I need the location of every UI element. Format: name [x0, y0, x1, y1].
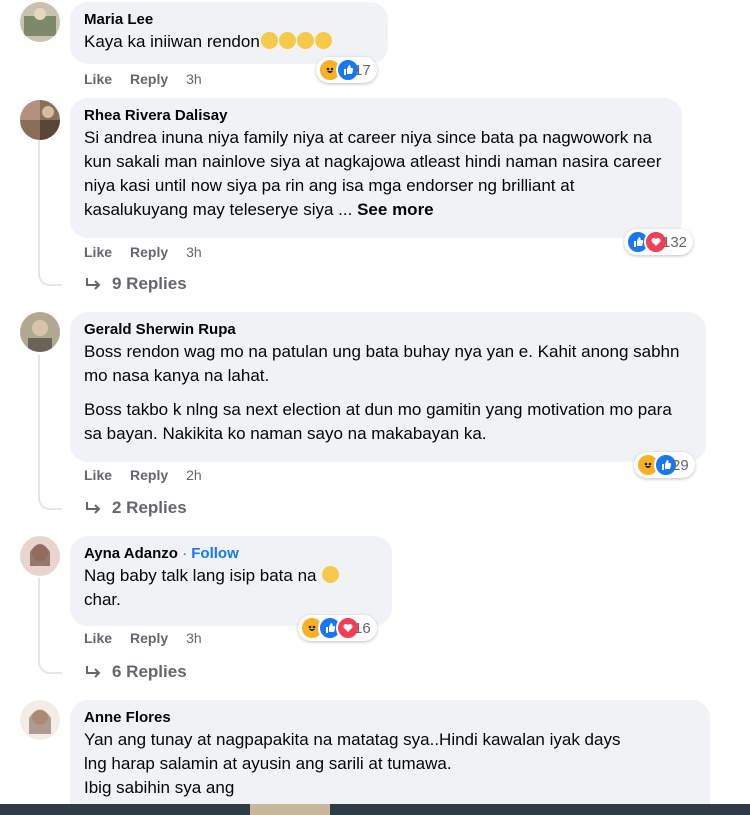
- thread-line: [38, 136, 40, 276]
- emoji-icon: [314, 32, 332, 49]
- reply-button[interactable]: Reply: [130, 630, 168, 646]
- reaction-summary[interactable]: 17: [316, 57, 377, 83]
- comment-author[interactable]: Ayna Adanzo: [84, 545, 178, 562]
- taskbar: [0, 804, 750, 815]
- comment-paragraph: Boss takbo k nlng sa next election at du…: [84, 400, 672, 443]
- reaction-count: 132: [662, 233, 688, 251]
- reply-button[interactable]: Reply: [130, 71, 168, 87]
- comment-author[interactable]: Gerald Sherwin Rupa: [84, 320, 694, 340]
- comment-paragraph: Boss rendon wag mo na patulan ung bata b…: [84, 342, 680, 385]
- avatar[interactable]: [20, 700, 60, 740]
- reply-button[interactable]: Reply: [130, 467, 168, 483]
- reaction-summary[interactable]: 16: [298, 615, 377, 641]
- comment-text-line: Yan ang tunay at nagpapakita na matatag …: [84, 730, 621, 749]
- avatar-image: [20, 700, 60, 740]
- comment-bubble: Anne Flores Yan ang tunay at nagpapakita…: [70, 700, 710, 815]
- reply-button[interactable]: Reply: [130, 244, 168, 260]
- like-button[interactable]: Like: [84, 71, 112, 87]
- reaction-summary[interactable]: 29: [634, 452, 695, 478]
- comment-text: Yan ang tunay at nagpapakita na matatag …: [84, 728, 698, 800]
- follow-button[interactable]: Follow: [191, 545, 239, 562]
- timestamp[interactable]: 3h: [186, 71, 202, 87]
- avatar-image: [20, 100, 60, 140]
- avatar-image: [20, 2, 60, 42]
- emoji-icon: [260, 32, 278, 49]
- emoji-icon: [296, 32, 314, 49]
- comment-bubble: Maria Lee Kaya ka iniiwan rendon: [70, 2, 388, 64]
- comment-text: Nag baby talk lang isip bata na char.: [84, 564, 380, 612]
- comment-bubble: Gerald Sherwin Rupa Boss rendon wag mo n…: [70, 312, 706, 462]
- comment-author[interactable]: Rhea Rivera Dalisay: [84, 106, 670, 126]
- comment-text-line: Nag baby talk lang isip bata na: [84, 566, 317, 585]
- thread-curve: [38, 270, 62, 286]
- reply-arrow-icon: [86, 502, 101, 514]
- comment-actions: Like Reply 3h: [84, 71, 220, 87]
- avatar-image: [20, 312, 60, 352]
- comment-actions: Like Reply 3h: [84, 630, 220, 646]
- comment-actions: Like Reply 2h: [84, 467, 220, 483]
- like-button[interactable]: Like: [84, 467, 112, 483]
- emoji-icon: [278, 32, 296, 49]
- avatar-image: [20, 536, 60, 576]
- see-more-link[interactable]: See more: [357, 200, 434, 219]
- timestamp[interactable]: 3h: [186, 244, 202, 260]
- taskbar-accent: [250, 804, 330, 815]
- comment-text: Boss rendon wag mo na patulan ung bata b…: [84, 340, 694, 446]
- reaction-count: 29: [672, 456, 689, 474]
- comment-text: Kaya ka iniiwan rendon: [84, 30, 376, 54]
- comment-text-line: Ibig sabihin sya ang: [84, 778, 235, 797]
- timestamp[interactable]: 2h: [186, 467, 202, 483]
- reaction-count: 17: [354, 61, 371, 79]
- like-button[interactable]: Like: [84, 244, 112, 260]
- replies-label: 2 Replies: [112, 498, 187, 517]
- thread-line: [38, 578, 40, 664]
- thread-curve: [38, 494, 62, 510]
- thread-curve: [38, 658, 62, 674]
- timestamp[interactable]: 3h: [186, 630, 202, 646]
- view-replies-button[interactable]: 6 Replies: [84, 662, 187, 682]
- replies-label: 6 Replies: [112, 662, 187, 681]
- comment-text-line: lng harap salamin at ayusin ang sarili a…: [84, 754, 452, 773]
- reaction-count: 16: [354, 619, 371, 637]
- comment-text: Si andrea inuna niya family niya at care…: [84, 126, 670, 222]
- comment-bubble: Ayna Adanzo · Follow Nag baby talk lang …: [70, 536, 392, 626]
- avatar[interactable]: [20, 2, 60, 42]
- replies-label: 9 Replies: [112, 274, 187, 293]
- avatar[interactable]: [20, 536, 60, 576]
- avatar[interactable]: [20, 100, 60, 140]
- thread-line: [38, 355, 40, 500]
- comment-actions: Like Reply 3h: [84, 244, 220, 260]
- comment-author-line: Ayna Adanzo · Follow: [84, 544, 380, 564]
- reply-arrow-icon: [86, 666, 101, 678]
- like-button[interactable]: Like: [84, 630, 112, 646]
- reply-arrow-icon: [86, 278, 101, 290]
- view-replies-button[interactable]: 2 Replies: [84, 498, 187, 518]
- comment-bubble: Rhea Rivera Dalisay Si andrea inuna niya…: [70, 98, 682, 238]
- view-replies-button[interactable]: 9 Replies: [84, 274, 187, 294]
- avatar[interactable]: [20, 312, 60, 352]
- separator-dot: ·: [182, 545, 188, 562]
- comment-author[interactable]: Maria Lee: [84, 10, 376, 30]
- emoji-icon: [321, 566, 339, 583]
- reaction-summary[interactable]: 132: [624, 229, 694, 255]
- comment-author[interactable]: Anne Flores: [84, 708, 698, 728]
- comment-text-line: char.: [84, 590, 121, 609]
- comment-text-line: Kaya ka iniiwan rendon: [84, 32, 260, 51]
